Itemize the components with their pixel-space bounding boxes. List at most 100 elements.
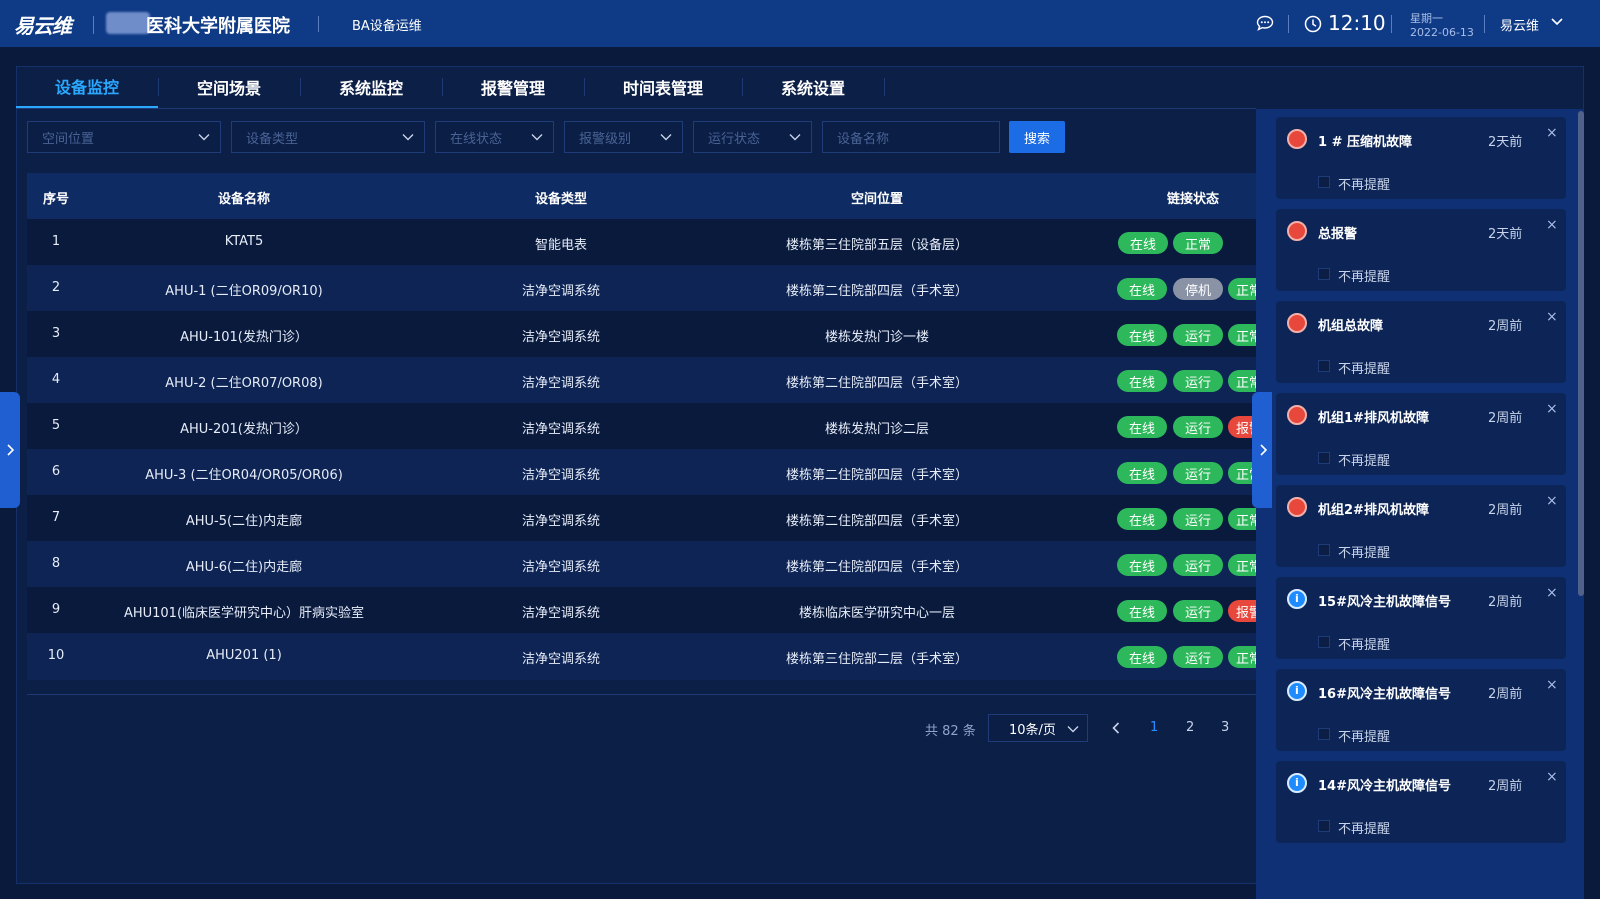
table-row[interactable]: 8 AHU-6(二住)内走廊 洁净空调系统 楼栋第二住院部四层（手术室） 在线 运行 正常 xyxy=(27,541,1256,588)
page-number[interactable]: 3 xyxy=(1221,720,1229,735)
alarm-card[interactable]: 16#风冷主机故障信号 2周前 × 不再提醒 xyxy=(1276,669,1566,751)
cell-device-type: 洁净空调系统 xyxy=(521,468,600,483)
message-icon[interactable] xyxy=(1256,15,1274,31)
alarm-time-ago: 2周前 xyxy=(1488,319,1523,334)
table-row[interactable]: 3 AHU-101(发热门诊） 洁净空调系统 楼栋发热门诊一楼 在线 运行 正常 xyxy=(27,311,1256,358)
close-icon[interactable]: × xyxy=(1546,585,1558,601)
user-menu[interactable]: 易云维 xyxy=(1500,15,1539,34)
dismiss-checkbox[interactable] xyxy=(1318,544,1330,556)
table-row[interactable]: 2 AHU-1 (二住OR09/OR10) 洁净空调系统 楼栋第二住院部四层（手术室）… xyxy=(27,265,1256,312)
cell-device-type: 智能电表 xyxy=(534,238,587,253)
status-badge: 运行 xyxy=(1173,554,1223,576)
dismiss-label[interactable]: 不再提醒 xyxy=(1338,726,1390,745)
dismiss-label[interactable]: 不再提醒 xyxy=(1338,174,1390,193)
app-logo: 易云维 xyxy=(14,14,72,38)
tab-device-monitor[interactable]: 设备监控 xyxy=(16,66,158,108)
cell-no: 8 xyxy=(51,556,61,571)
table-row[interactable]: 6 AHU-3 (二住OR04/OR05/OR06) 洁净空调系统 楼栋第二住院部四层… xyxy=(27,449,1256,496)
left-drawer-toggle[interactable] xyxy=(0,392,20,508)
alarm-red-dot-icon xyxy=(1287,129,1307,149)
status-badge: 正常 xyxy=(1228,646,1256,668)
search-button[interactable]: 搜索 xyxy=(1009,121,1065,153)
cell-device-name: AHU201 (1) xyxy=(206,648,282,663)
table-row[interactable]: 9 AHU101(临床医学研究中心）肝病实验室 洁净空调系统 楼栋临床医学研究中心一层… xyxy=(27,587,1256,634)
chevron-right-icon xyxy=(7,444,15,456)
dismiss-label[interactable]: 不再提醒 xyxy=(1338,818,1390,837)
table-row[interactable]: 1 KTAT5 智能电表 楼栋第三住院部五层（设备层） 在线 正常 xyxy=(27,219,1256,266)
tab-schedule-management[interactable]: 时间表管理 xyxy=(584,66,742,108)
chevron-down-icon xyxy=(1067,726,1079,733)
run-status-select[interactable]: 运行状态 xyxy=(693,121,812,153)
cell-location: 楼栋第二住院部四层（手术室） xyxy=(785,514,968,529)
date: 2022-06-13 xyxy=(1410,26,1474,39)
alarm-card[interactable]: 机组2#排风机故障 2周前 × 不再提醒 xyxy=(1276,485,1566,567)
close-icon[interactable]: × xyxy=(1546,217,1558,233)
space-select[interactable]: 空间位置 xyxy=(27,121,221,153)
alarm-card[interactable]: 机组1#排风机故障 2周前 × 不再提醒 xyxy=(1276,393,1566,475)
close-icon[interactable]: × xyxy=(1546,769,1558,785)
tab-alarm-management[interactable]: 报警管理 xyxy=(442,66,584,108)
dismiss-label[interactable]: 不再提醒 xyxy=(1338,266,1390,285)
alarm-card[interactable]: 14#风冷主机故障信号 2周前 × 不再提醒 xyxy=(1276,761,1566,843)
dismiss-checkbox[interactable] xyxy=(1318,176,1330,188)
chevron-down-icon[interactable] xyxy=(1550,16,1564,28)
dismiss-checkbox[interactable] xyxy=(1318,268,1330,280)
cell-no: 4 xyxy=(51,372,61,387)
alarm-card[interactable]: 总报警 2天前 × 不再提醒 xyxy=(1276,209,1566,291)
device-name-input[interactable]: 设备名称 xyxy=(822,121,1000,153)
divider xyxy=(1391,15,1392,33)
table-row[interactable]: 4 AHU-2 (二住OR07/OR08) 洁净空调系统 楼栋第二住院部四层（手术室）… xyxy=(27,357,1256,404)
table-row[interactable]: 7 AHU-5(二住)内走廊 洁净空调系统 楼栋第二住院部四层（手术室） 在线 运行 正常 xyxy=(27,495,1256,542)
table-row[interactable]: 5AHU-201(发热门诊）洁净空调系统楼栋发热门诊二层在线运行报警 xyxy=(27,403,1256,450)
dismiss-checkbox[interactable] xyxy=(1318,728,1330,740)
tab-system-settings[interactable]: 系统设置 xyxy=(742,66,884,108)
cell-no: 1 xyxy=(51,234,61,249)
alarm-time-ago: 2天前 xyxy=(1488,135,1523,150)
cell-no: 5 xyxy=(51,418,61,433)
tab-space-scene[interactable]: 空间场景 xyxy=(158,66,300,108)
status-badge: 运行 xyxy=(1173,600,1223,622)
dismiss-label[interactable]: 不再提醒 xyxy=(1338,450,1390,469)
status-badge: 在线 xyxy=(1117,278,1167,300)
device-type-select[interactable]: 设备类型 xyxy=(231,121,425,153)
tab-system-monitor[interactable]: 系统监控 xyxy=(300,66,442,108)
close-icon[interactable]: × xyxy=(1546,677,1558,693)
alarm-title: 机组总故障 xyxy=(1318,319,1384,334)
dismiss-label[interactable]: 不再提醒 xyxy=(1338,542,1390,561)
alarm-card[interactable]: 15#风冷主机故障信号 2周前 × 不再提醒 xyxy=(1276,577,1566,659)
cell-device-name: AHU-3 (二住OR04/OR05/OR06) xyxy=(145,468,343,483)
device-type-select-placeholder: 设备类型 xyxy=(246,131,299,147)
alarm-card[interactable]: 1 # 压缩机故障 2天前 × 不再提醒 xyxy=(1276,117,1566,199)
dismiss-checkbox[interactable] xyxy=(1318,452,1330,464)
alarm-panel-scrollbar[interactable] xyxy=(1578,111,1584,596)
online-status-select[interactable]: 在线状态 xyxy=(435,121,554,153)
close-icon[interactable]: × xyxy=(1546,493,1558,509)
close-icon[interactable]: × xyxy=(1546,309,1558,325)
dismiss-checkbox[interactable] xyxy=(1318,820,1330,832)
main-tabs: 设备监控 空间场景 系统监控 报警管理 时间表管理 系统设置 xyxy=(16,66,1256,108)
status-badge: 停机 xyxy=(1173,278,1223,300)
alarm-panel-toggle[interactable] xyxy=(1252,392,1272,508)
cell-device-type: 洁净空调系统 xyxy=(521,422,600,437)
divider xyxy=(1288,15,1289,33)
dismiss-label[interactable]: 不再提醒 xyxy=(1338,634,1390,653)
close-icon[interactable]: × xyxy=(1546,401,1558,417)
dismiss-checkbox[interactable] xyxy=(1318,636,1330,648)
page-number[interactable]: 2 xyxy=(1186,720,1194,735)
prev-page-icon[interactable] xyxy=(1111,721,1121,735)
cell-device-name: AHU-1 (二住OR09/OR10) xyxy=(165,284,323,299)
table-row[interactable]: 10 AHU201 (1) 洁净空调系统 楼栋第三住院部二层（手术室） 在线 运行 正常 xyxy=(27,633,1256,680)
alarm-card[interactable]: 机组总故障 2周前 × 不再提醒 xyxy=(1276,301,1566,383)
close-icon[interactable]: × xyxy=(1546,125,1558,141)
page-number[interactable]: 1 xyxy=(1150,720,1158,735)
chevron-right-icon xyxy=(1260,444,1268,456)
chevron-down-icon xyxy=(402,134,414,141)
divider xyxy=(93,16,94,34)
page-size-select[interactable]: 10条/页 xyxy=(988,714,1088,742)
alarm-level-select[interactable]: 报警级别 xyxy=(564,121,683,153)
table-header: 序号 设备名称 设备类型 空间位置 链接状态 xyxy=(27,173,1256,221)
dismiss-label[interactable]: 不再提醒 xyxy=(1338,358,1390,377)
status-badge: 在线 xyxy=(1117,646,1167,668)
dismiss-checkbox[interactable] xyxy=(1318,360,1330,372)
alarm-time-ago: 2天前 xyxy=(1488,227,1523,242)
